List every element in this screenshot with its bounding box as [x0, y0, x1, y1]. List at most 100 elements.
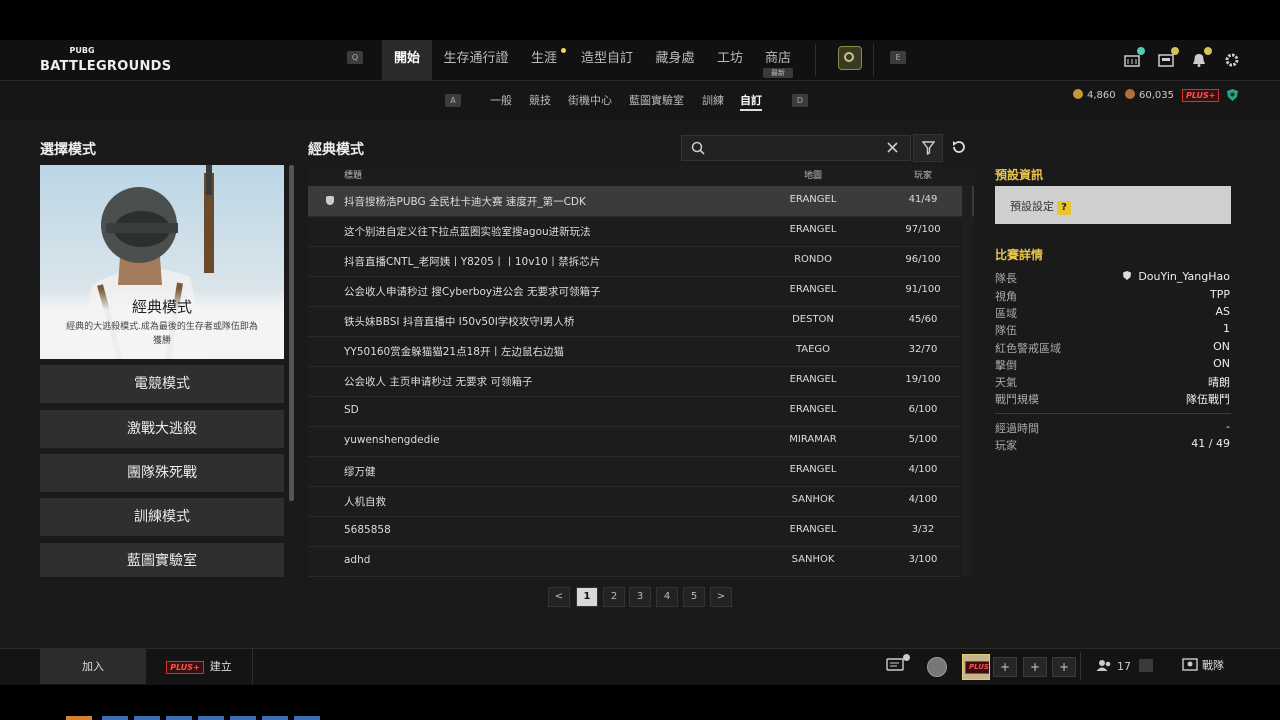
tab-customize[interactable]: 造型自訂: [576, 40, 638, 80]
row-title: 人机自救: [344, 496, 386, 508]
classic-mode-card[interactable]: 經典模式 經典的大逃殺模式.成為最後的生存者或隊伍即為獲勝: [40, 165, 284, 359]
add-teammate-button[interactable]: +: [993, 657, 1017, 677]
table-row[interactable]: yuwenshengdedie MIRAMAR 5/100: [308, 426, 960, 457]
mode-intense-br-button[interactable]: 激戰大逃殺: [40, 410, 284, 448]
subtab-training[interactable]: 訓練: [702, 92, 724, 108]
table-row[interactable]: 抖音搜杨浩PUBG 全民杜卡迪大赛 速度开_第一CDK ERANGEL 41/49: [308, 186, 974, 217]
subnav-key-a: A: [445, 94, 461, 107]
party-button[interactable]: 戰隊: [1182, 656, 1224, 673]
storage-icon[interactable]: [1124, 47, 1145, 67]
subnav-key-d: D: [792, 94, 808, 107]
row-title: 公会收人 主页申请秒过 无要求 可领箱子: [344, 376, 533, 388]
bell-icon[interactable]: [1191, 47, 1212, 67]
mail-icon[interactable]: [1158, 47, 1179, 67]
app-window: PUBG BATTLEGROUNDS Q 開始 生存通行證 生涯 造型自訂 藏身…: [0, 0, 1280, 720]
add-teammate-button[interactable]: +: [1052, 657, 1076, 677]
lobby-scrollbar[interactable]: [962, 186, 972, 576]
row-map: ERANGEL: [789, 224, 837, 235]
table-row[interactable]: 5685858 ERANGEL 3/32: [308, 516, 960, 547]
row-map: ERANGEL: [789, 524, 837, 535]
chat-icon[interactable]: [886, 654, 910, 675]
shield-icon[interactable]: [1226, 88, 1239, 102]
refresh-button[interactable]: [948, 138, 970, 158]
filter-icon: [922, 141, 935, 155]
special-event-icon[interactable]: [838, 46, 862, 70]
pubg-logo[interactable]: PUBG BATTLEGROUNDS: [40, 46, 171, 74]
table-row[interactable]: 缪万健 ERANGEL 4/100: [308, 456, 960, 487]
taskbar-tile: [66, 716, 92, 720]
tab-start[interactable]: 開始: [382, 40, 432, 80]
table-row[interactable]: 铁头妹BBSI 抖音直播中 I50v50I学校攻守I男人桥 DESTON 45/60: [308, 306, 960, 337]
filter-button[interactable]: [913, 134, 943, 162]
page-3-button[interactable]: 3: [629, 587, 651, 607]
gcoin-balance[interactable]: 4,860: [1073, 89, 1116, 103]
mode-lab-button[interactable]: 藍圖實驗室: [40, 543, 284, 577]
table-row[interactable]: 抖音直播CNTL_老阿姨丨Y8205丨丨10v10丨禁拆芯片 RONDO 96/10…: [308, 246, 960, 277]
mode-list-scrollbar[interactable]: [289, 165, 294, 501]
mode-tdm-button[interactable]: 團隊殊死戰: [40, 454, 284, 492]
mode-esports-button[interactable]: 電競模式: [40, 365, 284, 403]
nav-divider: [873, 44, 874, 76]
table-row[interactable]: 这个别进自定义往下拉点蓝圈实验室搜agou进新玩法 ERANGEL 97/100: [308, 216, 960, 247]
page-1-button[interactable]: 1: [576, 587, 598, 607]
player-avatar[interactable]: PLUS: [962, 654, 990, 680]
row-players: 41/49: [908, 194, 938, 205]
subtab-normal[interactable]: 一般: [490, 92, 512, 108]
voice-icon[interactable]: [927, 657, 947, 677]
page-next-button[interactable]: >: [710, 587, 732, 607]
col-header-title[interactable]: 標題: [344, 168, 362, 181]
join-button[interactable]: 加入: [40, 649, 146, 684]
classic-mode-title: 經典模式: [308, 142, 364, 158]
tab-workshop[interactable]: 工坊: [712, 40, 748, 80]
search-input[interactable]: [712, 139, 876, 157]
party-label: 戰隊: [1202, 659, 1224, 672]
gear-icon[interactable]: [1224, 52, 1240, 67]
row-map: RONDO: [794, 254, 832, 265]
row-title: 公会收人申请秒过 搜Cyberboy进公会 无要求可领箱子: [344, 286, 601, 298]
leader-name: DouYin_YangHao: [1138, 270, 1230, 283]
page-2-button[interactable]: 2: [603, 587, 625, 607]
search-box[interactable]: [681, 135, 911, 161]
subtab-ranked[interactable]: 競技: [529, 92, 551, 108]
nav-divider: [815, 44, 816, 76]
taskbar-tile: [134, 716, 160, 720]
nav-key-q: Q: [347, 51, 363, 64]
help-icon[interactable]: ?: [1057, 201, 1071, 215]
table-row[interactable]: 公会收人 主页申请秒过 无要求 可领箱子 ERANGEL 19/100: [308, 366, 960, 397]
subtab-custom[interactable]: 自訂: [740, 92, 762, 111]
col-header-map[interactable]: 地圖: [778, 168, 848, 181]
leader-icon: [1123, 271, 1132, 280]
table-row[interactable]: SD ERANGEL 6/100: [308, 396, 960, 427]
detail-value-leader: DouYin_YangHao: [1122, 270, 1230, 283]
page-4-button[interactable]: 4: [656, 587, 678, 607]
subtab-arcade[interactable]: 街機中心: [568, 92, 612, 108]
tab-career[interactable]: 生涯: [526, 40, 566, 80]
bp-balance[interactable]: 60,035: [1125, 89, 1174, 103]
detail-label: 區域: [995, 307, 1017, 320]
tab-survivor-pass[interactable]: 生存通行證: [440, 40, 512, 80]
friends-button[interactable]: 17: [1096, 659, 1131, 673]
plus-badge: PLUS+: [1182, 89, 1220, 102]
refresh-icon: [953, 141, 965, 153]
detail-label: 戰鬥規模: [995, 393, 1039, 406]
mode-training-button[interactable]: 訓練模式: [40, 498, 284, 536]
row-title: yuwenshengdedie: [344, 434, 440, 446]
create-button[interactable]: PLUS+ 建立: [146, 649, 253, 684]
table-row[interactable]: 人机自救 SANHOK 4/100: [308, 486, 960, 517]
plus-badge-top[interactable]: PLUS+: [1182, 89, 1220, 103]
plus-badge: PLUS+: [166, 661, 204, 674]
col-header-players[interactable]: 玩家: [888, 168, 958, 181]
row-title: SD: [344, 404, 359, 416]
table-row[interactable]: YY50160赏金躲猫猫21点18开丨左边鼠右边猫 TAEGO 32/70: [308, 336, 960, 367]
table-row[interactable]: 公会收人申请秒过 搜Cyberboy进公会 无要求可领箱子 ERANGEL 91/1…: [308, 276, 960, 307]
page-5-button[interactable]: 5: [683, 587, 705, 607]
page-prev-button[interactable]: <: [548, 587, 570, 607]
row-title: 抖音搜杨浩PUBG 全民杜卡迪大赛 速度开_第一CDK: [344, 196, 586, 208]
table-row[interactable]: adhd SANHOK 3/100: [308, 546, 960, 577]
add-teammate-button[interactable]: +: [1023, 657, 1047, 677]
preset-value: 預設設定: [1010, 200, 1054, 213]
close-icon[interactable]: [887, 142, 898, 153]
subtab-lab[interactable]: 藍圖實驗室: [629, 92, 684, 108]
tab-hideout[interactable]: 藏身處: [652, 40, 698, 80]
taskbar-tile: [230, 716, 256, 720]
